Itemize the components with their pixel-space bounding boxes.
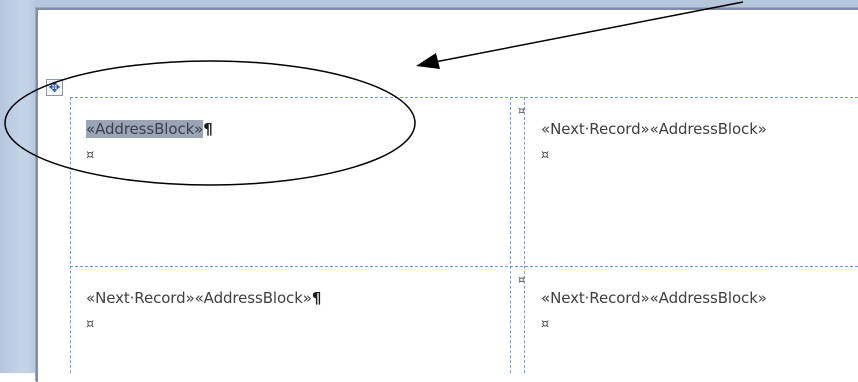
- pointer-arrow-head: [416, 53, 440, 69]
- pointer-arrow-shaft: [434, 1, 744, 63]
- annotation-overlay: [4, 1, 744, 186]
- highlight-ellipse: [4, 60, 416, 186]
